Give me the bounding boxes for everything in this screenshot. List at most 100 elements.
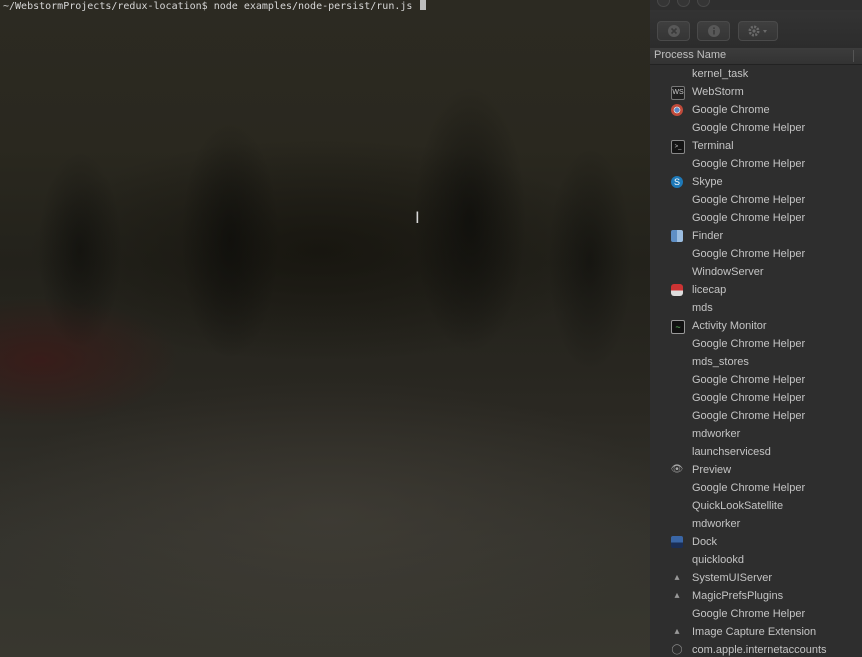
process-name: Google Chrome Helper — [692, 392, 806, 404]
process-name: quicklookd — [692, 554, 744, 566]
process-name: MagicPrefsPlugins — [692, 590, 784, 602]
process-name: Preview — [692, 464, 732, 476]
process-row[interactable]: 👁 Preview — [650, 461, 862, 479]
magicprefs-icon: ▴ — [674, 590, 680, 601]
process-row[interactable]: ~ Activity Monitor — [650, 317, 862, 335]
process-row[interactable]: kernel_task — [650, 65, 862, 83]
process-name: Google Chrome Helper — [692, 158, 806, 170]
process-row[interactable]: ◯ com.apple.internetaccounts — [650, 641, 862, 657]
process-name: Activity Monitor — [692, 320, 767, 332]
process-row[interactable]: >_ Terminal — [650, 137, 862, 155]
process-row[interactable]: Google Chrome Helper — [650, 191, 862, 209]
process-name: Google Chrome Helper — [692, 374, 806, 386]
process-name: Terminal — [692, 140, 734, 152]
finder-icon — [671, 230, 683, 242]
process-row[interactable]: ▴ MagicPrefsPlugins — [650, 587, 862, 605]
process-name: SystemUIServer — [692, 572, 773, 584]
process-name: WebStorm — [692, 86, 744, 98]
process-row[interactable]: ▴ SystemUIServer — [650, 569, 862, 587]
process-row[interactable]: mds_stores — [650, 353, 862, 371]
terminal-prompt-text: ~/WebstormProjects/redux-location$ node … — [3, 1, 419, 12]
terminal-icon: >_ — [671, 140, 685, 154]
process-name: Google Chrome — [692, 104, 770, 116]
process-name: Google Chrome Helper — [692, 212, 806, 224]
process-row[interactable]: WindowServer — [650, 263, 862, 281]
zoom-window-button[interactable] — [697, 0, 710, 7]
process-name: mdworker — [692, 428, 741, 440]
gear-icon — [748, 25, 767, 37]
process-row[interactable]: Google Chrome Helper — [650, 605, 862, 623]
licecap-icon — [671, 284, 683, 296]
image-capture-icon: ▴ — [674, 626, 680, 637]
process-row[interactable]: licecap — [650, 281, 862, 299]
process-name: Image Capture Extension — [692, 626, 817, 638]
process-name-column-header[interactable]: Process Name — [650, 48, 862, 65]
process-name: mds — [692, 302, 713, 314]
toolbar — [650, 10, 862, 49]
process-name: com.apple.internetaccounts — [692, 644, 827, 656]
action-menu-button[interactable] — [738, 21, 778, 41]
process-name: Google Chrome Helper — [692, 608, 806, 620]
terminal-cursor — [420, 0, 427, 10]
process-row[interactable]: Google Chrome Helper — [650, 407, 862, 425]
terminal-command-line[interactable]: ~/WebstormProjects/redux-location$ node … — [3, 0, 427, 13]
ibeam-cursor-icon: I — [415, 208, 420, 227]
process-row[interactable]: Google Chrome Helper — [650, 389, 862, 407]
activity-monitor-icon: ~ — [671, 320, 685, 334]
column-header-label: Process Name — [654, 49, 727, 61]
process-name: Dock — [692, 536, 718, 548]
process-name: Google Chrome Helper — [692, 410, 806, 422]
process-row[interactable]: WS WebStorm — [650, 83, 862, 101]
process-name: licecap — [692, 284, 727, 296]
process-row[interactable]: Google Chrome Helper — [650, 119, 862, 137]
process-name: kernel_task — [692, 68, 749, 80]
process-row[interactable]: mds — [650, 299, 862, 317]
process-name: WindowServer — [692, 266, 764, 278]
process-row[interactable]: Google Chrome — [650, 101, 862, 119]
process-row[interactable]: mdworker — [650, 515, 862, 533]
minimize-window-button[interactable] — [677, 0, 690, 7]
quit-process-button[interactable] — [657, 21, 690, 41]
activity-monitor-window: Process Name kernel_task WS WebStorm Google… — [650, 0, 862, 657]
close-window-button[interactable] — [657, 0, 670, 7]
process-row[interactable]: launchservicesd — [650, 443, 862, 461]
process-name: mds_stores — [692, 356, 749, 368]
process-row[interactable]: S Skype — [650, 173, 862, 191]
process-row[interactable]: Google Chrome Helper — [650, 209, 862, 227]
process-row[interactable]: Google Chrome Helper — [650, 155, 862, 173]
process-row[interactable]: QuickLookSatellite — [650, 497, 862, 515]
skype-icon: S — [671, 176, 683, 188]
process-row[interactable]: Google Chrome Helper — [650, 479, 862, 497]
process-row[interactable]: Finder — [650, 227, 862, 245]
chrome-icon — [671, 104, 683, 116]
process-name: Google Chrome Helper — [692, 248, 806, 260]
dock-icon — [671, 536, 683, 548]
process-row[interactable]: Google Chrome Helper — [650, 245, 862, 263]
process-name: QuickLookSatellite — [692, 500, 784, 512]
window-titlebar — [650, 0, 862, 10]
preview-icon: 👁 — [670, 464, 684, 475]
terminal-window[interactable]: ~/WebstormProjects/redux-location$ node … — [0, 0, 650, 657]
info-icon — [707, 25, 720, 37]
stop-icon — [667, 25, 680, 37]
process-row[interactable]: Google Chrome Helper — [650, 335, 862, 353]
process-row[interactable]: mdworker — [650, 425, 862, 443]
process-row[interactable]: Dock — [650, 533, 862, 551]
process-row[interactable]: Google Chrome Helper — [650, 371, 862, 389]
desktop-wallpaper — [0, 70, 650, 390]
process-name: Google Chrome Helper — [692, 122, 806, 134]
process-name: Skype — [692, 176, 723, 188]
process-name: Google Chrome Helper — [692, 194, 806, 206]
process-name: Finder — [692, 230, 724, 242]
inspect-process-button[interactable] — [697, 21, 730, 41]
process-name: launchservicesd — [692, 446, 771, 458]
process-row[interactable]: ▴ Image Capture Extension — [650, 623, 862, 641]
webstorm-icon: WS — [671, 86, 685, 100]
internet-accounts-icon: ◯ — [671, 644, 683, 655]
process-name: Google Chrome Helper — [692, 338, 806, 350]
column-separator — [853, 50, 854, 62]
systemuiserver-icon: ▴ — [674, 572, 680, 583]
process-name: mdworker — [692, 518, 741, 530]
process-row[interactable]: quicklookd — [650, 551, 862, 569]
process-list: kernel_task WS WebStorm Google Chrome Google… — [650, 65, 862, 657]
